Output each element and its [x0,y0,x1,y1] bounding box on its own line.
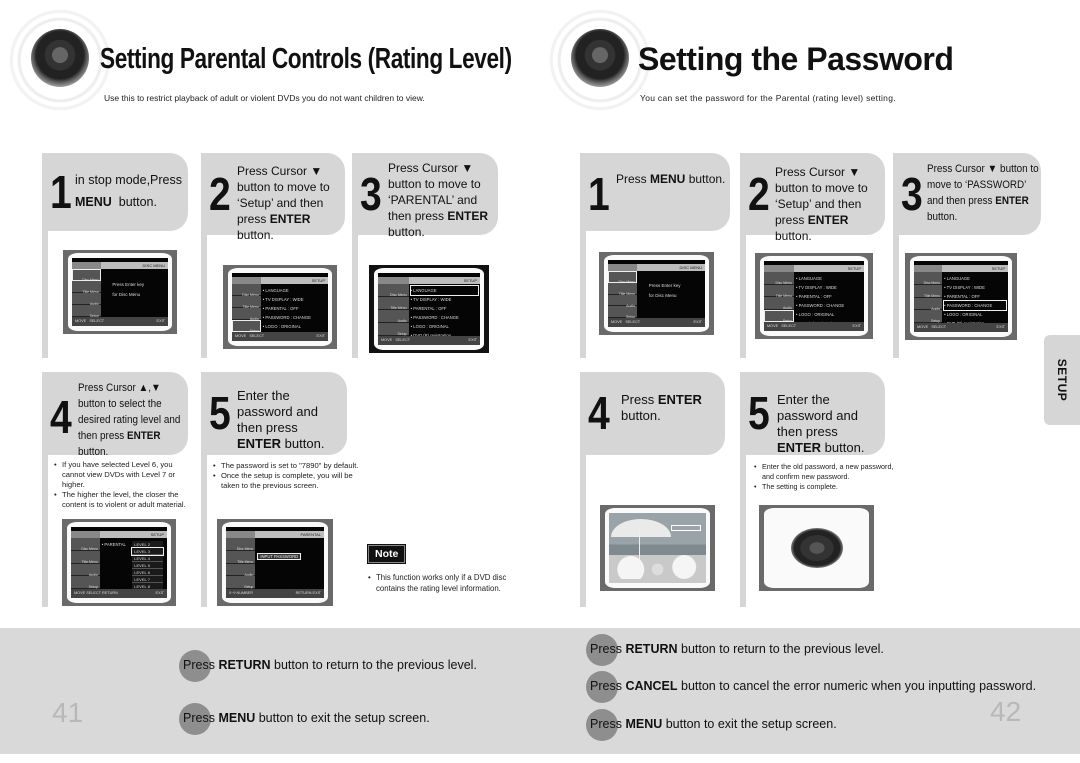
step-instruction: Press Cursor ▼ button to move to ‘Setup’… [775,165,868,243]
tip-return: Press RETURN button to return to the pre… [179,650,477,682]
step-panel-1: 1 in stop mode,Press MENU button. DISC ME… [42,153,188,358]
page-title-right: Setting the Password [638,41,954,77]
step-instruction: Enter the password and then press ENTER … [237,388,325,451]
page-subtitle-right: You can set the password for the Parenta… [640,93,896,103]
step-panel-4: 4 Press Cursor ▲,▼ button to select the … [42,372,188,607]
page-subtitle-left: Use this to restrict playback of adult o… [104,93,425,103]
tv-screen-disc-menu: DISC MENU Disc MenuTitle MenuAudioSetup … [599,252,714,335]
note-badge: Note [368,545,406,563]
step-instruction: Press ENTER button. [621,392,702,423]
step-number: 2 [209,168,231,220]
page-number-left: 41 [52,697,84,728]
step-instruction: Press Cursor ▼ button to move to ‘PARENT… [388,161,489,239]
page-title-left: Setting Parental Controls (Rating Level) [100,43,512,75]
step-number: 3 [360,168,382,220]
setup-section-tab: SETUP [1044,335,1080,425]
step-number: 4 [588,387,610,439]
step-instruction: in stop mode,Press MENU button. [75,173,182,209]
step-number: 3 [901,168,923,220]
page-number-right: 42 [990,696,1022,727]
tip-menu: Press MENU button to exit the setup scre… [179,703,430,735]
step-number: 1 [588,168,610,220]
step-instruction: Enter the password and then press ENTER … [777,392,865,455]
step-number: 4 [50,391,72,443]
tv-screen-password-entry: PARENTAL Disc Menu Title Menu Audio Setup I… [217,519,333,606]
tv-screen-rating-levels: SETUP Disc Menu Title Menu Audio Setup • PA… [62,519,176,606]
step-instruction: Press Cursor ▲,▼ button to select the de… [78,382,181,458]
step-notes: If you have selected Level 6, you cannot… [54,460,186,510]
step-number: 5 [748,387,770,439]
step-panel-1: 1 Press MENU button. DISC MENU Disc Menu… [580,153,730,358]
step-panel-2: 2 Press Cursor ▼ button to move to ‘Setu… [201,153,345,358]
step-instruction: Press Cursor ▼ button to move to ‘PASSWO… [927,163,1039,223]
tip-cancel: Press CANCEL button to cancel the error … [586,671,1036,703]
step-number: 2 [748,168,770,220]
step-instruction: Press Cursor ▼ button to move to ‘Setup’… [237,164,330,242]
tv-screen-disc-menu: DISC MENU Disc MenuTitle MenuAudioSetup … [63,250,177,334]
tip-return: Press RETURN button to return to the pre… [586,634,884,666]
tv-screen-speaker [759,505,874,591]
step-panel-2: 2 Press Cursor ▼ button to move to ‘Setu… [740,153,885,358]
step-panel-3: 3 Press Cursor ▼ button to move to ‘PASS… [893,153,1041,358]
tip-menu: Press MENU button to exit the setup scre… [586,709,837,741]
speaker-emblem-icon [5,5,115,115]
step-panel-5: 5 Enter the password and then press ENTE… [740,372,893,607]
tv-screen-setup-menu: SETUP Disc Menu Title Menu Audio Setup • LA… [755,253,873,339]
step-number: 1 [50,166,72,218]
step-panel-4: 4 Press ENTER button. [580,372,725,607]
step-notes: Enter the old password, a new password, … [754,462,894,492]
note-text: This function works only if a DVD disc c… [368,572,523,594]
tv-screen-photo [600,505,715,591]
step-notes: The password is set to "7890" by default… [213,461,363,491]
step-panel-5: 5 Enter the password and then press ENTE… [201,372,359,607]
tv-screen-setup-menu: SETUP Disc Menu Title Menu Audio Setup • LA… [223,265,337,349]
tv-screen-setup-password: SETUP Disc Menu Title Menu Audio Setup • LA… [905,253,1017,340]
step-panel-3: 3 Press Cursor ▼ button to move to ‘PARE… [352,153,498,358]
tv-screen-setup-parental: SETUP Disc Menu Title Menu Audio Setup • LA… [369,265,489,353]
step-number: 5 [209,387,231,439]
step-instruction: Press MENU button. [616,172,726,186]
